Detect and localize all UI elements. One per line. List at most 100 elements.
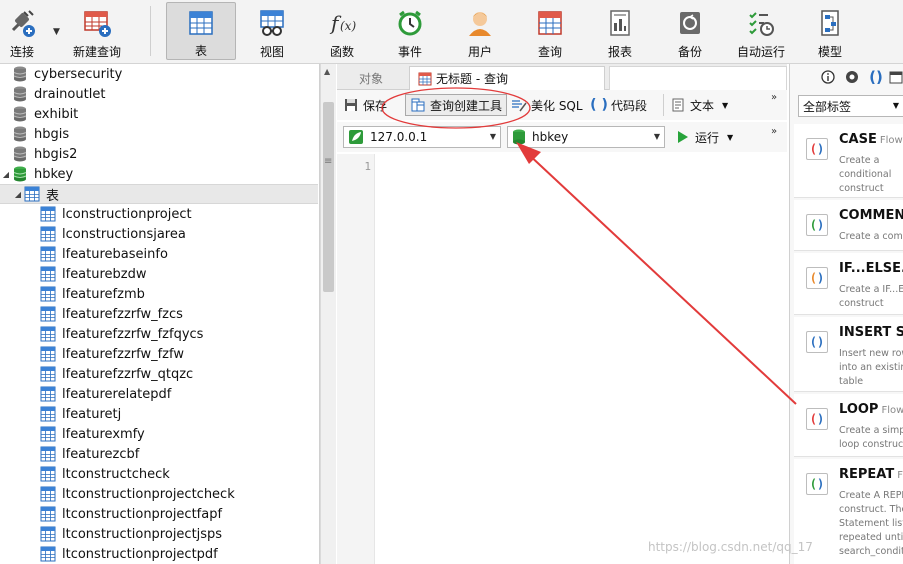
info-icon[interactable] xyxy=(820,69,836,85)
parentheses-icon[interactable]: () xyxy=(868,68,884,86)
nav-table-item[interactable]: lfeaturebaseinfo xyxy=(0,244,318,264)
table-icon xyxy=(40,326,56,342)
nav-table-item[interactable]: ltconstructionprojectfapf xyxy=(0,504,318,524)
snippet-code-icon: () xyxy=(806,138,828,160)
snippet-panel: () 全部标签 ▼ ()CASEFlow CCreate aconditiona… xyxy=(789,64,903,564)
nav-db-hbgis[interactable]: hbgis xyxy=(0,124,318,144)
nav-table-item[interactable]: lfeaturefzzrfw_fzfw xyxy=(0,344,318,364)
collapse-arrow-icon[interactable]: ◢ xyxy=(0,170,12,179)
eye-icon[interactable] xyxy=(844,69,860,85)
snippet-item[interactable]: () INSERT Syn Insert new rows into an exist… xyxy=(794,317,903,392)
nav-table-label: ltconstructionprojectjsps xyxy=(62,526,223,542)
snippet-title: IF...ELSE... xyxy=(839,261,903,276)
snippet-description-line: construct xyxy=(839,298,884,309)
snippet-description-line: construct. The xyxy=(839,504,903,515)
query-button[interactable]: 查询 xyxy=(528,2,572,60)
scroll-up-arrow-icon[interactable]: ▲ xyxy=(324,67,330,76)
snippet-item[interactable]: () LOOPFlow C Create a simple loop construc… xyxy=(794,394,903,457)
connection-overflow-chevron[interactable]: » xyxy=(771,126,777,137)
tab-untitled-query[interactable]: 无标题 - 查询 xyxy=(409,66,605,90)
nav-table-item[interactable]: lconstructionsjarea xyxy=(0,224,318,244)
nav-db-drainoutlet[interactable]: drainoutlet xyxy=(0,84,318,104)
backup-button[interactable]: 备份 xyxy=(668,2,712,60)
model-button[interactable]: 模型 xyxy=(808,2,852,60)
splitter-grip-icon[interactable]: ≡ xyxy=(324,156,332,167)
nav-table-item[interactable]: lfeaturefzzrfw_fzcs xyxy=(0,304,318,324)
query-builder-button[interactable]: 查询创建工具 xyxy=(405,94,508,116)
toolbar-overflow-chevron[interactable]: » xyxy=(771,92,777,103)
nav-db-hbkey[interactable]: ◢ hbkey xyxy=(0,164,318,184)
connection-select[interactable]: 127.0.0.1 ▼ xyxy=(343,126,501,148)
nav-table-item[interactable]: lfeaturefzzrfw_fzfqycs xyxy=(0,324,318,344)
view-button[interactable]: 视图 xyxy=(250,2,294,60)
table-icon xyxy=(40,506,56,522)
nav-table-label: ltconstructcheck xyxy=(62,466,170,482)
nav-table-item[interactable]: lfeaturetj xyxy=(0,404,318,424)
nav-table-item[interactable]: lfeaturebzdw xyxy=(0,264,318,284)
nav-table-item[interactable]: lconstructionproject xyxy=(0,204,318,224)
new-query-button[interactable]: 新建查询 xyxy=(66,2,128,60)
nav-table-item[interactable]: ltconstructcheck xyxy=(0,464,318,484)
table-icon xyxy=(40,526,56,542)
run-caret[interactable]: ▼ xyxy=(727,133,733,142)
editor-toolbar: 保存 查询创建工具 美化 SQL ( ) 代码段 文本 ▼ » xyxy=(337,90,787,120)
snippet-category: Flow xyxy=(897,470,903,481)
nav-db-exhibit[interactable]: exhibit xyxy=(0,104,318,124)
navigator-scrollbar[interactable]: ▲ ≡ xyxy=(320,64,336,564)
nav-table-item[interactable]: ltconstructionprojectpdf xyxy=(0,544,318,564)
text-mode-button[interactable]: 文本 ▼ xyxy=(663,94,728,116)
snippet-item[interactable]: () CASEFlow C Create a conditional construct xyxy=(794,124,903,198)
snippet-tag-filter[interactable]: 全部标签 ▼ xyxy=(798,95,903,117)
query-grid-icon xyxy=(533,6,567,40)
calendar-icon[interactable] xyxy=(888,69,903,85)
snippet-title-text: LOOP xyxy=(839,402,879,417)
database-select[interactable]: hbkey ▼ xyxy=(507,126,665,148)
table-button[interactable]: 表 xyxy=(166,2,236,60)
nav-tables-group[interactable]: ◢ 表 xyxy=(0,184,318,204)
nav-db-hbgis2[interactable]: hbgis2 xyxy=(0,144,318,164)
nav-table-item[interactable]: ltconstructionprojectcheck xyxy=(0,484,318,504)
event-label: 事件 xyxy=(397,45,422,59)
tab-bar: 对象 无标题 - 查询 xyxy=(337,64,787,90)
snippet-title-text: CASE xyxy=(839,132,877,147)
database-icon xyxy=(12,66,28,82)
alarm-clock-icon xyxy=(393,6,427,40)
nav-table-item[interactable]: lfeaturezcbf xyxy=(0,444,318,464)
event-button[interactable]: 事件 xyxy=(388,2,432,60)
sql-editor[interactable]: 1 xyxy=(337,154,787,564)
table-icon xyxy=(40,426,56,442)
connect-button[interactable]: 连接 xyxy=(2,2,42,60)
user-icon xyxy=(463,6,497,40)
snippet-description: Insert new rows into an existing table xyxy=(839,347,903,389)
beautify-sql-label: 美化 SQL xyxy=(531,98,583,113)
save-button[interactable]: 保存 xyxy=(343,94,387,116)
nav-table-item[interactable]: ltconstructionprojectjsps xyxy=(0,524,318,544)
model-label: 模型 xyxy=(817,45,842,59)
automation-button[interactable]: 自动运行 xyxy=(732,2,790,60)
snippet-item[interactable]: () IF...ELSE... Create a IF...ELS construct xyxy=(794,253,903,315)
nav-table-item[interactable]: lfeaturexmfy xyxy=(0,424,318,444)
play-icon xyxy=(675,129,691,145)
connect-dropdown-caret[interactable]: ▼ xyxy=(53,27,60,37)
nav-table-item[interactable]: lfeaturerelatepdf xyxy=(0,384,318,404)
tab-objects[interactable]: 对象 xyxy=(351,66,391,90)
report-button[interactable]: 报表 xyxy=(598,2,642,60)
user-label: 用户 xyxy=(467,45,492,59)
user-button[interactable]: 用户 xyxy=(458,2,502,60)
nav-table-label: lfeaturezcbf xyxy=(62,446,140,462)
function-button[interactable]: f (x) 函数 xyxy=(320,2,364,60)
scrollbar-thumb[interactable] xyxy=(323,102,334,292)
collapse-arrow-icon[interactable]: ◢ xyxy=(12,190,24,199)
database-icon xyxy=(12,126,28,142)
run-button[interactable]: 运行 ▼ xyxy=(675,126,733,148)
nav-db-label: hbgis2 xyxy=(34,146,78,162)
beautify-sql-button[interactable]: 美化 SQL xyxy=(511,94,583,116)
backup-icon xyxy=(673,6,707,40)
nav-table-item[interactable]: lfeaturefzmb xyxy=(0,284,318,304)
database-open-icon xyxy=(512,129,526,145)
new-query-label: 新建查询 xyxy=(72,45,121,59)
nav-table-item[interactable]: lfeaturefzzrfw_qtqzc xyxy=(0,364,318,384)
code-snippet-button[interactable]: ( ) 代码段 xyxy=(590,94,647,116)
snippet-item[interactable]: () COMMENT Create a comm xyxy=(794,200,903,251)
nav-db-cybersecurity[interactable]: cybersecurity xyxy=(0,64,318,84)
